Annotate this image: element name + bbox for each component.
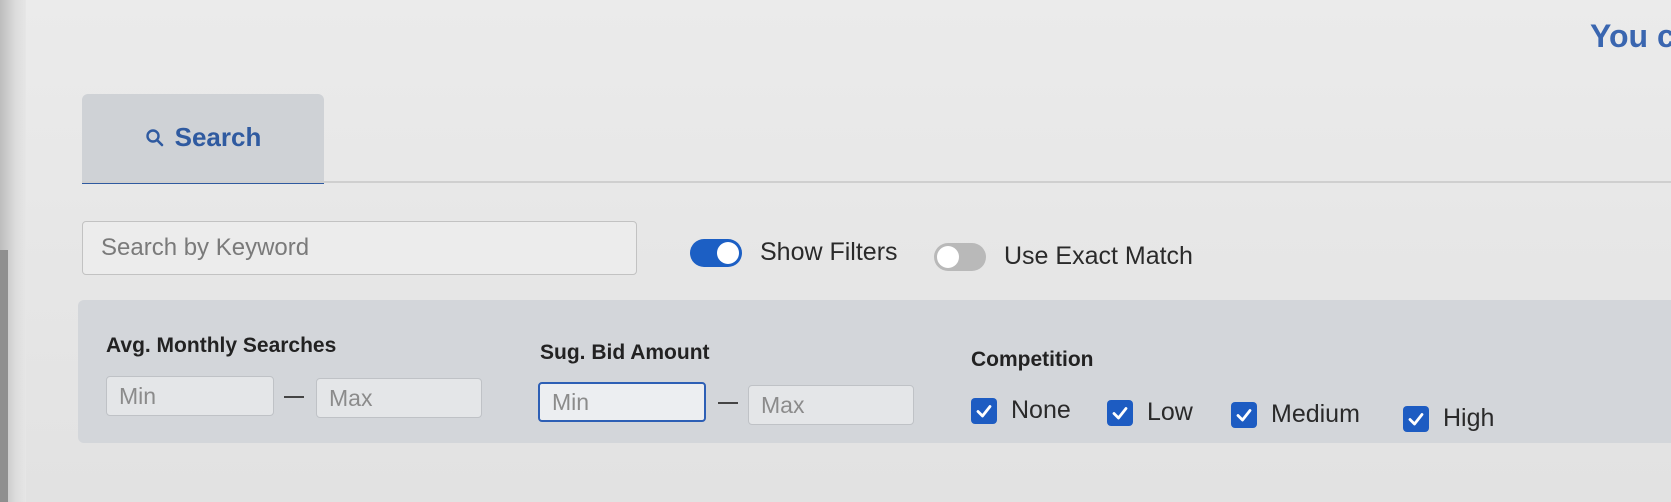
tab-search[interactable]: Search	[82, 94, 324, 184]
avg-searches-max-input[interactable]	[316, 378, 482, 418]
sug-bid-max-input[interactable]	[748, 385, 914, 425]
keyword-search-input[interactable]	[82, 221, 637, 275]
tab-divider	[82, 181, 1671, 183]
competition-medium-label: Medium	[1271, 400, 1360, 428]
show-filters-label: Show Filters	[760, 238, 898, 266]
check-icon	[971, 397, 997, 424]
check-icon	[1403, 405, 1429, 432]
competition-high-label: High	[1443, 404, 1495, 432]
check-icon	[1107, 399, 1133, 426]
exact-match-label: Use Exact Match	[1004, 242, 1193, 270]
show-filters-toggle[interactable]: Show Filters	[690, 238, 898, 267]
competition-none-label: None	[1011, 396, 1071, 424]
tab-search-label: Search	[174, 122, 262, 152]
cut-off-heading: You c	[1590, 18, 1671, 54]
exact-match-switch[interactable]	[934, 242, 986, 271]
competition-low-checkbox[interactable]: Low	[1107, 398, 1193, 427]
competition-none-checkbox[interactable]: None	[971, 396, 1071, 425]
avg-searches-min-input[interactable]	[106, 376, 274, 416]
competition-label: Competition	[971, 348, 1094, 371]
competition-medium-checkbox[interactable]: Medium	[1231, 400, 1360, 429]
range-dash	[284, 396, 304, 398]
window-edge	[0, 0, 26, 502]
check-icon	[1231, 401, 1257, 428]
search-icon	[145, 128, 165, 148]
show-filters-switch[interactable]	[690, 238, 742, 267]
range-dash	[718, 402, 738, 404]
competition-high-checkbox[interactable]: High	[1403, 404, 1494, 433]
sug-bid-min-input[interactable]	[538, 382, 706, 422]
sug-bid-amount-label: Sug. Bid Amount	[540, 341, 710, 364]
exact-match-toggle[interactable]: Use Exact Match	[934, 242, 1193, 271]
competition-low-label: Low	[1147, 398, 1193, 426]
avg-monthly-searches-label: Avg. Monthly Searches	[106, 334, 337, 357]
